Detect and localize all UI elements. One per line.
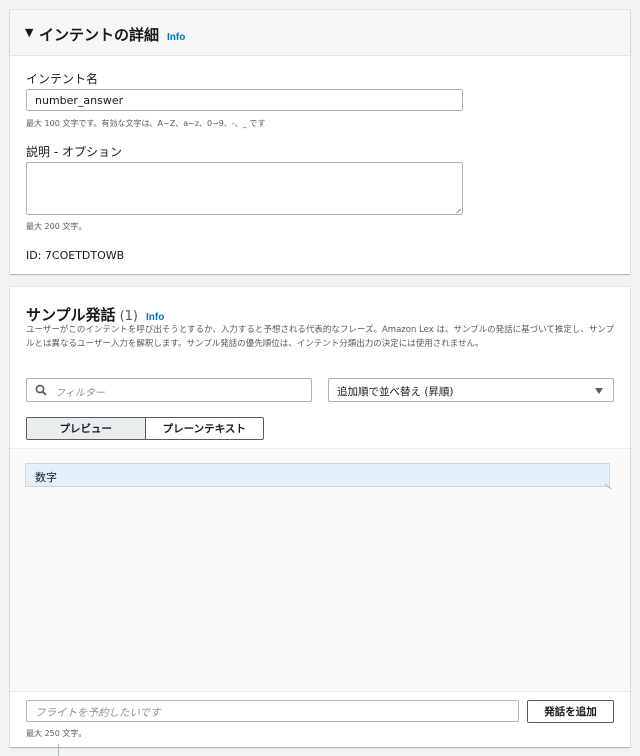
- collapse-triangle-icon[interactable]: ▼: [25, 26, 33, 39]
- view-toggle: プレビュー プレーンテキスト: [26, 417, 264, 440]
- resize-handle-icon[interactable]: [451, 204, 462, 214]
- info-link[interactable]: Info: [146, 312, 164, 323]
- tab-preview[interactable]: プレビュー: [27, 418, 146, 439]
- new-utterance-placeholder: フライトを予約したいです: [35, 707, 161, 719]
- sample-utterances-title: サンプル発話 (1) Info: [26, 304, 164, 325]
- intent-details-title: インテントの詳細 Info: [39, 24, 185, 45]
- description-label: 説明 - オプション: [26, 145, 122, 159]
- sample-utterances-panel: サンプル発話 (1) Info ユーザーがこのインテントを呼び出そうとするか、入力す…: [10, 287, 630, 747]
- intent-name-input[interactable]: number_answer: [26, 89, 463, 111]
- intent-name-hint: 最大 100 文字です。有効な文字は、A~Z、a~z、0~9、-、_ です: [26, 119, 266, 128]
- dropdown-caret-icon: [595, 388, 603, 394]
- filter-input[interactable]: フィルター: [26, 378, 312, 402]
- intent-details-title-text: インテントの詳細: [39, 26, 160, 44]
- utterance-item[interactable]: 数字: [25, 463, 610, 487]
- intent-name-label: インテント名: [26, 72, 99, 86]
- new-utterance-hint: 最大 250 文字。: [26, 729, 87, 738]
- divider: [58, 744, 59, 756]
- description-textarea[interactable]: [26, 162, 463, 215]
- sort-selected-value: 追加順で並べ替え (昇順): [337, 386, 454, 398]
- tab-plain-text[interactable]: プレーンテキスト: [146, 418, 264, 439]
- sample-utterances-title-text: サンプル発話: [26, 306, 116, 324]
- add-utterance-button[interactable]: 発話を追加: [527, 700, 614, 723]
- intent-id: ID: 7COETDTOWB: [26, 249, 125, 262]
- sample-utterances-description: ユーザーがこのインテントを呼び出そうとするか、入力すると予想される代表的なフレー…: [26, 325, 615, 349]
- info-link[interactable]: Info: [167, 32, 185, 43]
- intent-details-header[interactable]: ▼ インテントの詳細 Info: [10, 10, 630, 56]
- sort-select[interactable]: 追加順で並べ替え (昇順): [328, 378, 614, 402]
- intent-details-panel: ▼ インテントの詳細 Info インテント名 number_answer 最大 1…: [10, 10, 630, 274]
- description-hint: 最大 200 文字。: [26, 222, 87, 231]
- utterance-editor[interactable]: 数字: [10, 448, 630, 692]
- filter-placeholder: フィルター: [55, 388, 105, 399]
- utterance-count: (1): [119, 309, 138, 324]
- new-utterance-input[interactable]: フライトを予約したいです: [26, 700, 519, 722]
- search-icon: [35, 384, 47, 396]
